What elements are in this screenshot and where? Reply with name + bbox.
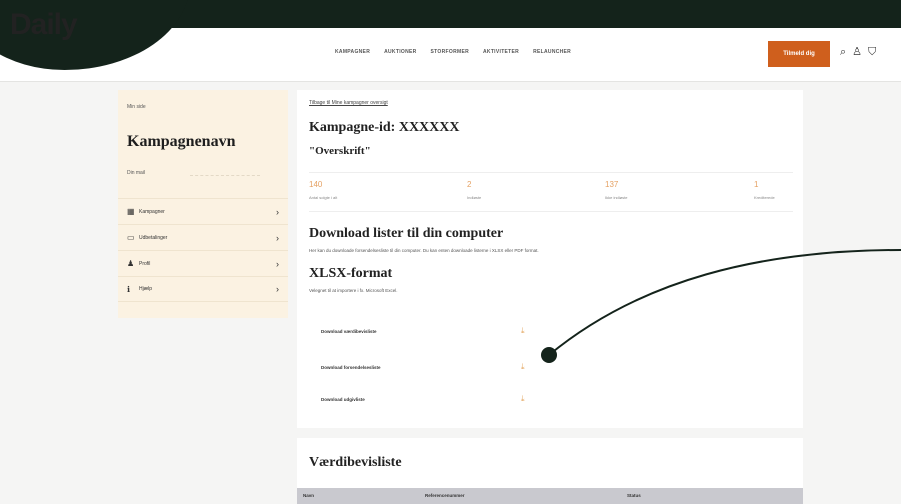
nav-item-kampagner[interactable]: KAMPAGNER	[335, 49, 370, 55]
sidebar-item-udbetalinger[interactable]: ▭ Udbetalinger ›	[118, 224, 288, 250]
user-icon[interactable]: ♙	[852, 45, 862, 59]
nav-item-auktioner[interactable]: AUKTIONER	[384, 49, 416, 55]
page-label: Min side	[127, 104, 146, 110]
chevron-right-icon: ›	[276, 232, 279, 243]
mail-label: Din mail	[127, 170, 146, 176]
main-nav: KAMPAGNER AUKTIONER STORFORMER AKTIVITET…	[335, 49, 571, 55]
stat-label: Antal solgte i alt	[309, 195, 338, 200]
download-icon[interactable]: ⤓	[521, 362, 525, 372]
stats-row: 140 Antal solgte i alt 2 Indløste 137 Ik…	[309, 172, 793, 212]
chevron-right-icon: ›	[276, 206, 279, 217]
download-icon[interactable]: ⤓	[521, 394, 525, 404]
chevron-right-icon: ›	[276, 258, 279, 269]
campaign-headline: "Overskrift"	[309, 145, 371, 157]
stat-sold: 140 Antal solgte i alt	[309, 180, 337, 200]
download-label: Download værdibevisliste	[321, 328, 377, 334]
chevron-right-icon: ›	[276, 284, 279, 294]
stat-value: 140	[309, 180, 323, 189]
stat-label: Indløste	[467, 195, 482, 200]
stat-value: 137	[605, 180, 619, 189]
card-icon: ▭	[127, 233, 135, 242]
sidebar-item-hjaelp[interactable]: ℹ Hjælp ›	[118, 276, 288, 302]
download-description: Her kan du downloade forsendelsesliste t…	[309, 248, 539, 253]
column-header-name[interactable]: Navn	[303, 493, 314, 498]
stat-value: 1	[754, 180, 759, 189]
stat-value: 2	[467, 180, 472, 189]
download-row-udgiv[interactable]: Download udgivliste ⤓	[309, 386, 599, 412]
nav-item-relauncher[interactable]: RELAUNCHER	[533, 49, 571, 55]
header-icons: ⌕ ♙ ⛉	[840, 45, 876, 59]
campaign-id: Kampagne-id: XXXXXX	[309, 120, 460, 135]
sidebar-item-label: Hjælp	[139, 286, 153, 292]
nav-item-storformer[interactable]: STORFORMER	[431, 49, 469, 55]
sidebar: Min side Kampagnenavn Din mail ▦ Kampagn…	[118, 90, 288, 318]
sidebar-item-label: Udbetalinger	[139, 234, 168, 241]
sidebar-item-profil[interactable]: ♟ Profil ›	[118, 250, 288, 276]
download-icon[interactable]: ⤓	[521, 326, 525, 336]
campaign-panel: Tilbage til Mine kampagner oversigt Kamp…	[297, 90, 803, 428]
voucher-list-title: Værdibevisliste	[309, 455, 402, 470]
mail-value	[190, 168, 260, 176]
info-icon: ℹ	[127, 284, 131, 294]
back-link[interactable]: Tilbage til Mine kampagner oversigt	[309, 100, 388, 106]
stat-redeemed: 2 Indløste	[467, 180, 481, 200]
logo[interactable]: Daily	[10, 8, 78, 42]
sidebar-item-label: Kampagner	[139, 208, 165, 215]
voucher-list-panel: Værdibevisliste Navn Referencenummer Sta…	[297, 438, 803, 504]
column-header-reference[interactable]: Referencenummer	[425, 493, 465, 498]
xlsx-description: Velegnet til at importere i fx. Microsof…	[309, 288, 398, 293]
xlsx-title: XLSX-format	[309, 266, 393, 281]
download-label: Download udgivliste	[321, 396, 365, 402]
signup-button[interactable]: Tilmeld dig	[768, 41, 830, 67]
person-icon: ♟	[127, 259, 135, 268]
stat-label: Krediterede	[754, 195, 775, 200]
stat-credited: 1 Krediterede	[754, 180, 775, 200]
table-header: Navn Referencenummer Status	[297, 488, 803, 504]
stat-label: Ikke indløste	[605, 195, 628, 200]
nav-item-aktiviteter[interactable]: AKTIVITETER	[483, 49, 519, 55]
download-row-vaerdibevis[interactable]: Download værdibevisliste ⤓	[309, 318, 599, 344]
stat-not-redeemed: 137 Ikke indløste	[605, 180, 627, 200]
cart-icon[interactable]: ⛉	[868, 45, 876, 59]
search-icon[interactable]: ⌕	[840, 45, 846, 59]
campaign-name: Kampagnenavn	[127, 133, 236, 150]
grid-icon: ▦	[127, 207, 135, 216]
sidebar-item-kampagner[interactable]: ▦ Kampagner ›	[118, 198, 288, 224]
download-row-forsendelse[interactable]: Download forsendelsesliste ⤓	[309, 354, 599, 380]
sidebar-item-label: Profil	[139, 260, 151, 267]
download-title: Download lister til din computer	[309, 226, 504, 241]
column-header-status[interactable]: Status	[627, 493, 641, 498]
download-label: Download forsendelsesliste	[321, 364, 381, 370]
